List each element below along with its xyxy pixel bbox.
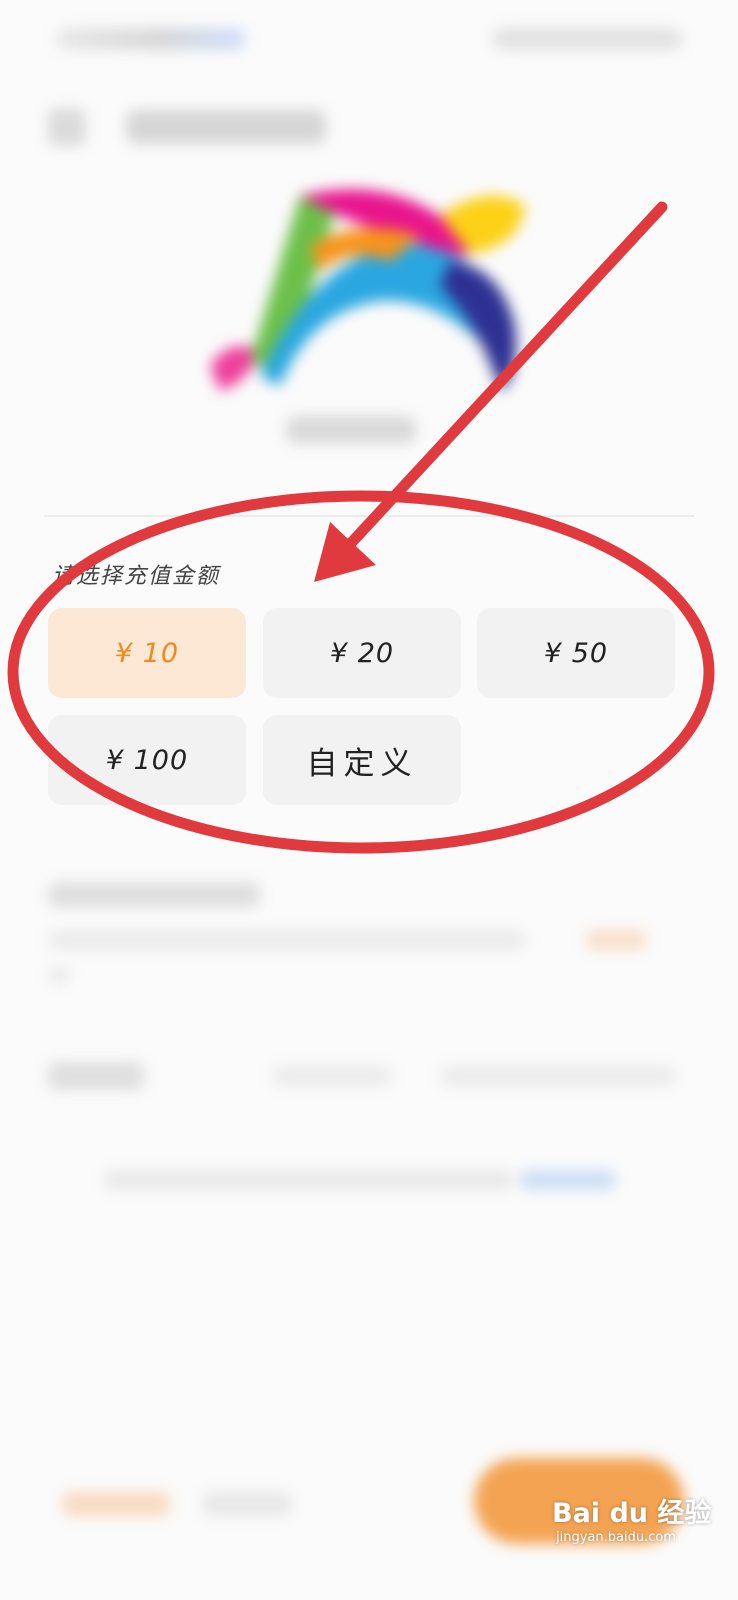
payment-method-value — [272, 1066, 392, 1086]
discount-info — [202, 1492, 292, 1516]
amount-option-custom[interactable]: 自定义 — [263, 715, 461, 805]
total-price — [62, 1492, 170, 1516]
divider — [44, 515, 694, 517]
notice-text-tail — [48, 966, 70, 984]
notice-link[interactable] — [586, 930, 646, 950]
watermark-site: jingyan.baidu.com — [556, 1530, 676, 1545]
amount-section-label: 请选择充值金额 — [52, 564, 221, 589]
notice-title — [48, 882, 260, 908]
status-bar-left — [56, 28, 246, 50]
recharge-page: 请选择充值金额 ¥ 10 ¥ 20 ¥ 50 ¥ 100 自定义 Bai du … — [0, 0, 738, 1600]
baidu-jingyan-watermark: Bai du 经验 jingyan.baidu.com — [552, 1498, 712, 1546]
status-bar-right — [492, 28, 682, 50]
notice-text — [48, 930, 526, 950]
watermark-brand: Bai du 经验 — [552, 1498, 712, 1529]
back-button[interactable] — [48, 108, 86, 146]
carrier-name — [286, 416, 416, 444]
agreement-text — [104, 1170, 514, 1190]
payment-method-detail[interactable] — [440, 1066, 676, 1086]
annotation-arrow-head — [314, 522, 376, 582]
amount-option-10[interactable]: ¥ 10 — [48, 608, 246, 698]
amount-option-100[interactable]: ¥ 100 — [48, 715, 246, 805]
amount-option-50[interactable]: ¥ 50 — [477, 608, 675, 698]
amount-option-20[interactable]: ¥ 20 — [263, 608, 461, 698]
agreement-link[interactable] — [520, 1170, 616, 1190]
carrier-logo — [190, 176, 550, 416]
page-title — [126, 110, 326, 144]
payment-method-label — [48, 1062, 144, 1090]
